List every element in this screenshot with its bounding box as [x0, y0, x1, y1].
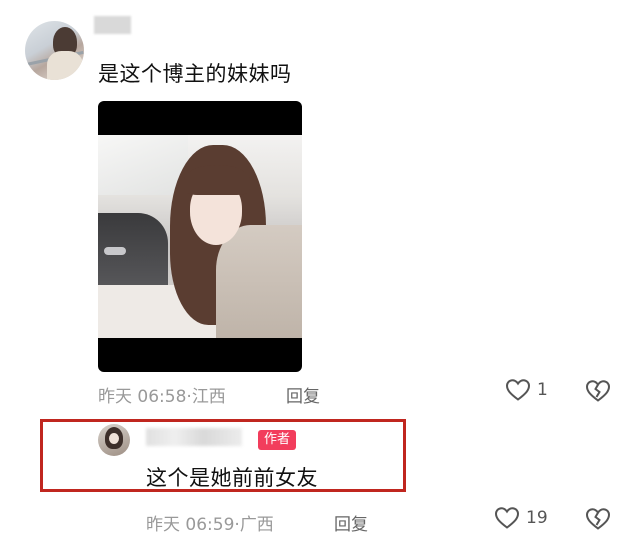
heart-broken-icon — [585, 508, 611, 530]
reply-meta: 昨天 06:59·广西 — [146, 510, 274, 535]
comment-time: 昨天 06:58 — [98, 387, 187, 407]
reply-text: 这个是她前前女友 — [146, 466, 318, 490]
comment-dislike-button[interactable] — [584, 379, 612, 407]
reply-username-redacted[interactable] — [146, 428, 242, 446]
heart-icon — [505, 379, 531, 401]
comment-reply-button[interactable]: 回复 — [286, 382, 320, 407]
comment-location: 江西 — [191, 387, 226, 407]
comment-meta: 昨天 06:58·江西 — [98, 382, 226, 407]
comment-thread: 是这个博主的妹妹吗 昨天 06:58·江西 回复 1 作者 这个是她前前女友 昨… — [0, 0, 640, 549]
reply-time: 昨天 06:59 — [146, 515, 235, 535]
reply-author-avatar[interactable] — [98, 424, 130, 456]
comment-like-button[interactable]: 1 — [505, 378, 548, 402]
commenter-avatar[interactable] — [25, 21, 84, 80]
photo-person-coat — [216, 225, 302, 338]
reply-location: 广西 — [239, 515, 274, 535]
comment-attached-image[interactable] — [98, 101, 302, 372]
photo-door-handle — [104, 247, 126, 255]
avatar-figure-body — [47, 51, 83, 80]
commenter-username-redacted[interactable] — [94, 16, 131, 34]
comment-text: 是这个博主的妹妹吗 — [98, 62, 292, 86]
reply-like-count: 19 — [526, 508, 548, 528]
author-badge: 作者 — [258, 430, 297, 450]
reply-dislike-button[interactable] — [584, 507, 612, 535]
heart-broken-icon — [585, 380, 611, 402]
reply-like-button[interactable]: 19 — [494, 506, 548, 530]
photo-scene — [98, 135, 302, 338]
heart-icon — [494, 507, 520, 529]
comment-like-count: 1 — [537, 380, 548, 400]
photo-person-bangs — [184, 165, 250, 195]
avatar-figure-face — [109, 433, 119, 444]
reply-reply-button[interactable]: 回复 — [334, 510, 368, 535]
